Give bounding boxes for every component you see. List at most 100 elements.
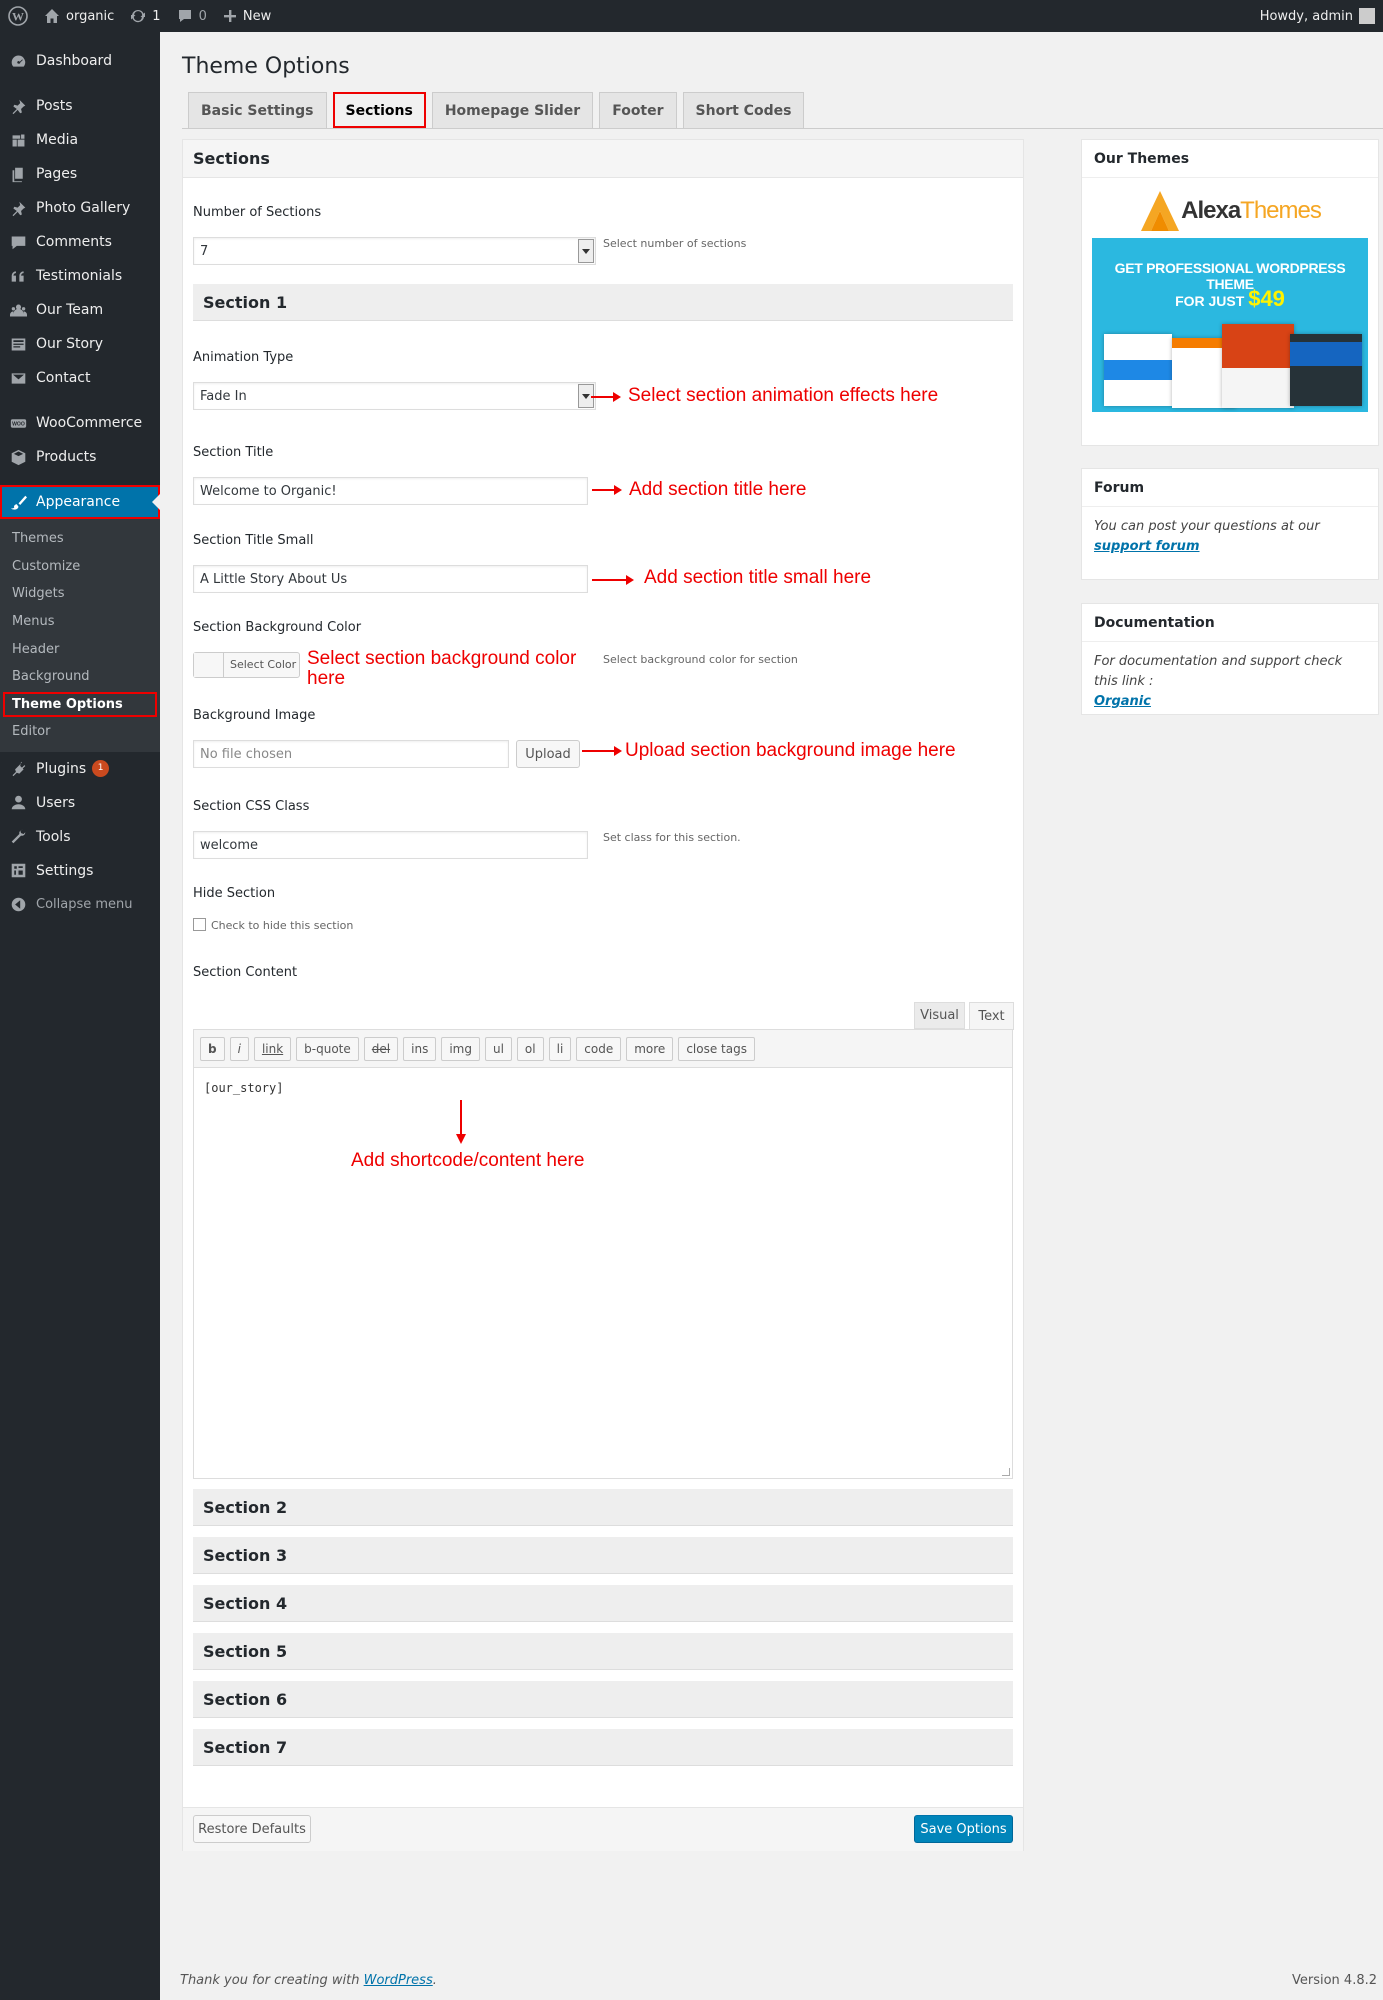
section-5-header[interactable]: Section 5: [193, 1633, 1013, 1670]
menu-users[interactable]: Users: [0, 786, 160, 820]
section-title-small-input[interactable]: A Little Story About Us: [193, 565, 588, 593]
comments-link[interactable]: 0: [169, 0, 215, 32]
hide-section-checkbox[interactable]: [193, 918, 206, 931]
new-content-link[interactable]: New: [215, 0, 279, 32]
section-7-header[interactable]: Section 7: [193, 1729, 1013, 1766]
animation-select[interactable]: Fade In: [193, 382, 596, 410]
menu-posts[interactable]: Posts: [0, 89, 160, 123]
organic-doc-link[interactable]: Organic: [1094, 694, 1151, 709]
qt-code-button[interactable]: code: [576, 1036, 622, 1061]
qt-more-button[interactable]: more: [626, 1036, 674, 1061]
alexa-themes-logo[interactable]: Alexa Themes: [1082, 178, 1378, 238]
qt-li-button[interactable]: li: [548, 1036, 572, 1061]
documentation-text: For documentation and support check this…: [1094, 654, 1343, 709]
menu-testimonials[interactable]: Testimonials: [0, 259, 160, 293]
tab-homepage-slider[interactable]: Homepage Slider: [431, 92, 594, 128]
plugins-update-badge: 1: [92, 760, 110, 778]
menu-photo-gallery[interactable]: Photo Gallery: [0, 191, 160, 225]
section-title-small-label: Section Title Small: [193, 533, 314, 548]
editor-tab-text[interactable]: Text: [969, 1002, 1014, 1030]
updates-link[interactable]: 1: [122, 0, 168, 32]
section-3-header[interactable]: Section 3: [193, 1537, 1013, 1574]
section-title-input[interactable]: Welcome to Organic!: [193, 477, 588, 505]
qt-bold-button[interactable]: b: [200, 1036, 225, 1061]
menu-settings[interactable]: Settings: [0, 854, 160, 888]
annotation-arrow-icon: [591, 391, 621, 403]
admin-bar: W organic 1 0 New Howdy, admin: [0, 0, 1383, 32]
bg-color-picker[interactable]: Select Color: [193, 652, 300, 678]
menu-dashboard[interactable]: Dashboard: [0, 44, 160, 78]
support-forum-link[interactable]: support forum: [1094, 539, 1200, 554]
submenu-background[interactable]: Background: [0, 663, 160, 691]
menu-our-story[interactable]: Our Story: [0, 327, 160, 361]
css-class-label: Section CSS Class: [193, 799, 310, 814]
menu-products[interactable]: Products: [0, 440, 160, 474]
submenu-customize[interactable]: Customize: [0, 553, 160, 581]
collapse-arrow-icon: [9, 896, 27, 914]
theme-preview-4: [1290, 334, 1362, 406]
qt-close-tags-button[interactable]: close tags: [678, 1036, 755, 1061]
qt-bquote-button[interactable]: b-quote: [296, 1036, 359, 1061]
svg-text:WOO: WOO: [12, 421, 25, 427]
submenu-editor[interactable]: Editor: [0, 718, 160, 746]
qt-italic-button[interactable]: i: [229, 1036, 249, 1061]
menu-contact[interactable]: Contact: [0, 361, 160, 395]
menu-pages[interactable]: Pages: [0, 157, 160, 191]
content-textarea[interactable]: [our_story]: [194, 1069, 1012, 1478]
menu-our-team[interactable]: Our Team: [0, 293, 160, 327]
save-options-button[interactable]: Save Options: [914, 1815, 1013, 1843]
annotation-arrow-icon: [582, 745, 622, 757]
our-themes-box: Our Themes Alexa Themes GET PROFESSIONAL…: [1081, 139, 1379, 446]
submenu-themes[interactable]: Themes: [0, 525, 160, 553]
annotation-title: Add section title here: [629, 479, 807, 500]
qt-img-button[interactable]: img: [441, 1036, 480, 1061]
css-class-input[interactable]: welcome: [193, 831, 588, 859]
resize-handle-icon[interactable]: [1002, 1468, 1010, 1476]
menu-plugins[interactable]: Plugins 1: [0, 752, 160, 786]
section-4-header[interactable]: Section 4: [193, 1585, 1013, 1622]
wordpress-link[interactable]: WordPress: [364, 1973, 433, 1988]
qt-ol-button[interactable]: ol: [516, 1036, 544, 1061]
my-account[interactable]: Howdy, admin: [1260, 8, 1383, 24]
qt-ul-button[interactable]: ul: [484, 1036, 512, 1061]
tab-short-codes[interactable]: Short Codes: [682, 92, 805, 128]
wordpress-logo-icon[interactable]: W: [0, 0, 36, 32]
qt-del-button[interactable]: del: [363, 1036, 399, 1061]
promo-price-line: FOR JUST $49: [1175, 286, 1285, 311]
num-sections-select[interactable]: 7: [193, 237, 596, 265]
submenu-widgets[interactable]: Widgets: [0, 580, 160, 608]
menu-media[interactable]: Media: [0, 123, 160, 157]
section-2-header[interactable]: Section 2: [193, 1489, 1013, 1526]
menu-appearance[interactable]: Appearance: [0, 485, 160, 519]
dropdown-arrow-icon: [578, 239, 594, 263]
tab-footer[interactable]: Footer: [599, 92, 677, 128]
tab-basic-settings[interactable]: Basic Settings: [188, 92, 327, 128]
menu-collapse[interactable]: Collapse menu: [0, 888, 160, 922]
user-icon: [9, 794, 27, 812]
submenu-theme-options[interactable]: Theme Options: [2, 691, 158, 719]
wrench-icon: [9, 828, 27, 846]
menu-tools[interactable]: Tools: [0, 820, 160, 854]
annotation-arrow-icon: [592, 484, 622, 496]
promo-banner[interactable]: GET PROFESSIONAL WORDPRESS THEME FOR JUS…: [1092, 238, 1368, 412]
options-tabs: Basic Settings Sections Homepage Slider …: [182, 92, 1383, 129]
section-6-header[interactable]: Section 6: [193, 1681, 1013, 1718]
upload-button[interactable]: Upload: [516, 740, 580, 768]
editor-tab-visual[interactable]: Visual: [914, 1002, 965, 1029]
bg-image-input[interactable]: No file chosen: [193, 740, 509, 768]
forum-text: You can post your questions at our suppo…: [1094, 519, 1320, 554]
refresh-icon: [130, 8, 146, 24]
site-name-link[interactable]: organic: [36, 0, 122, 32]
footer-thanks: Thank you for creating with WordPress.: [180, 1973, 437, 1988]
restore-defaults-button[interactable]: Restore Defaults: [193, 1815, 311, 1843]
menu-woocommerce[interactable]: WOO WooCommerce: [0, 406, 160, 440]
menu-comments[interactable]: Comments: [0, 225, 160, 259]
submenu-header[interactable]: Header: [0, 635, 160, 663]
tab-sections[interactable]: Sections: [332, 92, 426, 128]
quicktags-toolbar: b i link b-quote del ins img ul ol li co…: [194, 1030, 1012, 1068]
section-1-header[interactable]: Section 1: [193, 284, 1013, 321]
submenu-menus[interactable]: Menus: [0, 608, 160, 636]
qt-ins-button[interactable]: ins: [403, 1036, 437, 1061]
qt-link-button[interactable]: link: [253, 1036, 292, 1061]
forum-title: Forum: [1082, 469, 1378, 507]
